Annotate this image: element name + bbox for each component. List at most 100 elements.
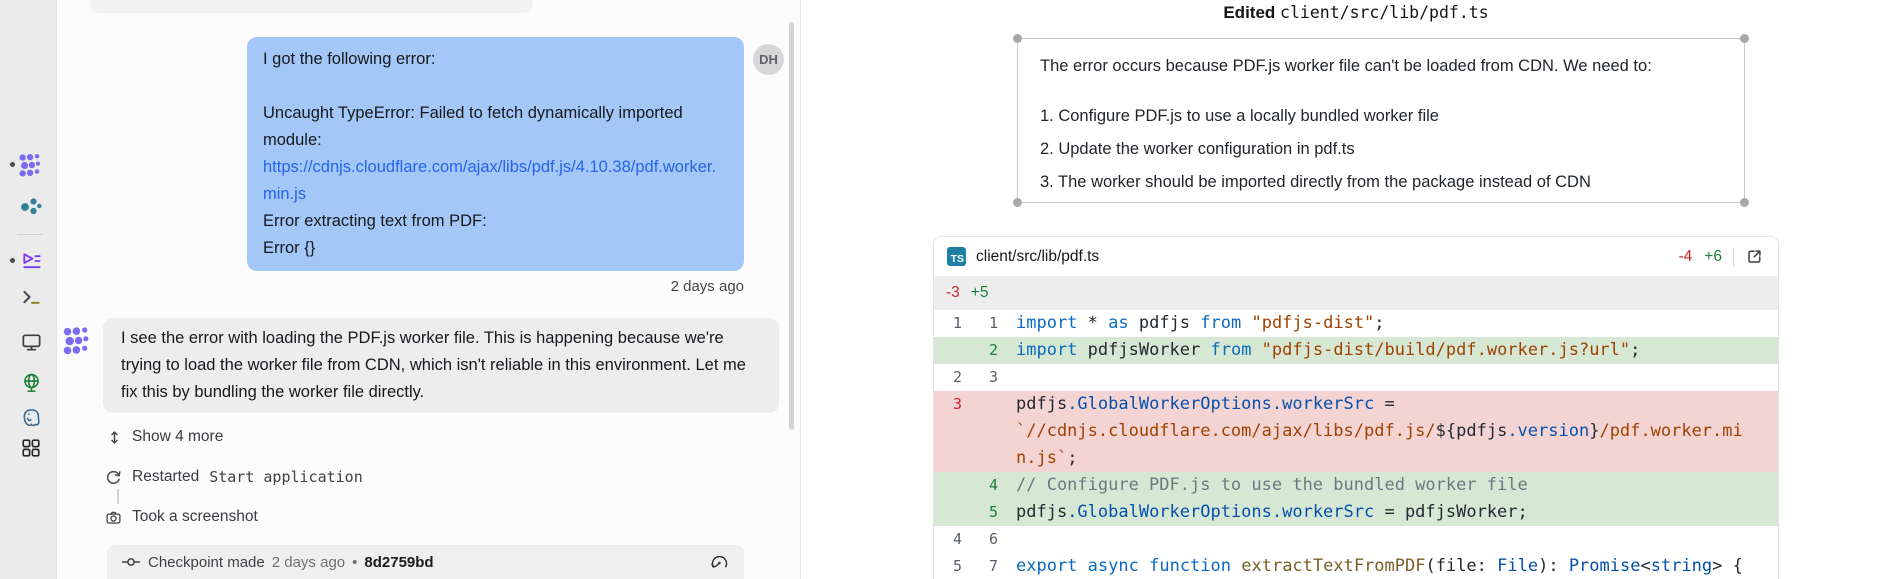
code-line: pdfjs.GlobalWorkerOptions.workerSrc = `/…: [1016, 391, 1778, 472]
shell-icon: [20, 286, 43, 309]
camera-icon: [105, 509, 122, 526]
diff-row: 11 import * as pdfjs from "pdfjs-dist";: [934, 310, 1778, 337]
resize-handle-top-right[interactable]: [1740, 34, 1749, 43]
hunk-removed-count: -3: [946, 284, 960, 302]
restarted-label: Restarted: [132, 468, 199, 486]
resize-handle-bottom-left[interactable]: [1013, 198, 1022, 207]
sidebar-item-shell[interactable]: [18, 284, 44, 310]
code-line: import * as pdfjs from "pdfjs-dist";: [1016, 310, 1778, 337]
gutter-old-line-number: 5: [934, 553, 962, 579]
sidebar-item-output[interactable]: [18, 329, 44, 355]
rollback-icon[interactable]: [709, 552, 730, 572]
diff-row: 4 // Configure PDF.js to use the bundled …: [934, 472, 1778, 499]
open-in-new-icon[interactable]: [1745, 247, 1765, 267]
checkpoint-bar[interactable]: Checkpoint made 2 days ago • 8d2759bd: [107, 545, 744, 579]
diff-row: 3 pdfjs.GlobalWorkerOptions.workerSrc = `…: [934, 391, 1778, 472]
postgresql-icon: [20, 407, 43, 430]
deployments-icon: [19, 194, 43, 218]
workflows-icon: [20, 249, 43, 272]
sidebar-item-deployments[interactable]: [18, 193, 44, 219]
gutter-new-line-number: 7: [962, 553, 998, 579]
gutter-old-line-number: 1: [934, 310, 962, 337]
diff-row: 5 pdfjs.GlobalWorkerOptions.workerSrc = p…: [934, 499, 1778, 526]
diff-row: 2import pdfjsWorker from "pdfjs-dist/bui…: [934, 337, 1778, 364]
hunk-added-count: +5: [971, 284, 989, 302]
code-line: // Configure PDF.js to use the bundled w…: [1016, 472, 1778, 499]
diff-row: 46: [934, 526, 1778, 553]
diff-stat-added: +6: [1704, 248, 1722, 266]
preview-panel: Edited client/src/lib/pdf.ts The error o…: [801, 0, 1904, 579]
log-connector-line: [117, 489, 119, 504]
user-message-error-line2: Error extracting text from PDF:: [263, 208, 728, 235]
note-list: 1. Configure PDF.js to use a locally bun…: [1040, 100, 1722, 199]
code-line: import pdfjsWorker from "pdfjs-dist/buil…: [1016, 337, 1778, 364]
diff-row: 57 export async function extractTextFromP…: [934, 553, 1778, 579]
restarted-target: Start application: [209, 468, 363, 486]
expand-vertical-icon: [107, 429, 122, 446]
gutter-new-line-number: 5: [962, 499, 998, 526]
checkpoint-hash: 8d2759bd: [364, 554, 433, 571]
agent-avatar-icon: [62, 325, 93, 356]
sidebar-item-workflows[interactable]: [18, 247, 44, 273]
sidebar-item-webview[interactable]: [18, 369, 44, 395]
grid-icon: [20, 437, 42, 459]
agent-notification-dot: [10, 162, 15, 167]
sidebar-divider: [17, 234, 43, 235]
previous-message-remnant: [90, 0, 533, 13]
cdn-link[interactable]: https://cdnjs.cloudflare.com/ajax/libs/p…: [263, 154, 728, 208]
code-line: export async function extractTextFromPDF…: [1016, 553, 1778, 579]
checkpoint-separator: •: [352, 554, 357, 571]
agent-message-bubble: I see the error with loading the PDF.js …: [103, 318, 779, 413]
globe-icon: [20, 371, 43, 394]
edited-file-path: client/src/lib/pdf.ts: [1280, 3, 1489, 22]
user-message-bubble: I got the following error: Uncaught Type…: [247, 37, 744, 271]
gutter-new-line-number: 3: [962, 364, 998, 391]
typescript-file-icon: TS: [947, 247, 966, 266]
sidebar-item-agent[interactable]: [18, 152, 44, 178]
user-message-error: Uncaught TypeError: Failed to fetch dyna…: [263, 100, 728, 154]
code-line: pdfjs.GlobalWorkerOptions.workerSrc = pd…: [1016, 499, 1778, 526]
diff-card-header: TS client/src/lib/pdf.ts -4 +6: [934, 237, 1778, 276]
agent-chat-panel: I got the following error: Uncaught Type…: [57, 0, 801, 579]
diff-row: 23: [934, 364, 1778, 391]
gutter-old-line-number: 4: [934, 526, 962, 553]
note-intro: The error occurs because PDF.js worker f…: [1040, 53, 1722, 79]
gutter-old-line-number: 2: [934, 364, 962, 391]
annotation-note-box[interactable]: The error occurs because PDF.js worker f…: [1017, 38, 1745, 203]
restarted-log-entry[interactable]: Restarted Start application: [105, 468, 363, 486]
resize-handle-bottom-right[interactable]: [1740, 198, 1749, 207]
note-item: 2. Update the worker configuration in pd…: [1040, 133, 1722, 166]
gutter-new-line-number: 6: [962, 526, 998, 553]
tool-sidebar: [0, 0, 57, 579]
note-item: 3. The worker should be imported directl…: [1040, 166, 1722, 199]
restart-icon: [105, 469, 122, 486]
sidebar-item-all-tools[interactable]: [18, 435, 44, 461]
diff-stat-removed: -4: [1679, 248, 1693, 266]
screenshot-log-entry[interactable]: Took a screenshot: [105, 508, 258, 526]
monitor-icon: [20, 331, 43, 354]
user-avatar: DH: [753, 44, 784, 75]
note-item: 1. Configure PDF.js to use a locally bun…: [1040, 100, 1722, 133]
edit-action-title: Edited client/src/lib/pdf.ts: [933, 0, 1779, 26]
agent-icon: [18, 152, 44, 178]
hunk-header: -3 +5: [934, 276, 1778, 310]
resize-handle-top-left[interactable]: [1013, 34, 1022, 43]
diff-file-name[interactable]: client/src/lib/pdf.ts: [976, 248, 1679, 266]
user-message-error-line3: Error {}: [263, 235, 728, 262]
show-more-button[interactable]: Show 4 more: [107, 428, 223, 446]
user-message-intro: I got the following error:: [263, 46, 728, 73]
commit-icon: [121, 552, 141, 572]
gutter-new-line-number: 1: [962, 310, 998, 337]
chat-scrollbar[interactable]: [789, 22, 794, 430]
gutter-old-line-number: 3: [934, 391, 962, 418]
checkpoint-time: 2 days ago: [272, 554, 345, 571]
screenshot-label: Took a screenshot: [132, 508, 258, 526]
diff-lines: 11import * as pdfjs from "pdfjs-dist";2i…: [934, 310, 1778, 579]
checkpoint-label: Checkpoint made: [148, 554, 265, 571]
header-divider: [1733, 248, 1734, 266]
edit-action-label: Edited: [1223, 3, 1275, 22]
agent-message-text: I see the error with loading the PDF.js …: [121, 325, 761, 406]
sidebar-item-database[interactable]: [18, 405, 44, 431]
gutter-new-line-number: 4: [962, 472, 998, 499]
replit-workspace: I got the following error: Uncaught Type…: [0, 0, 1904, 579]
